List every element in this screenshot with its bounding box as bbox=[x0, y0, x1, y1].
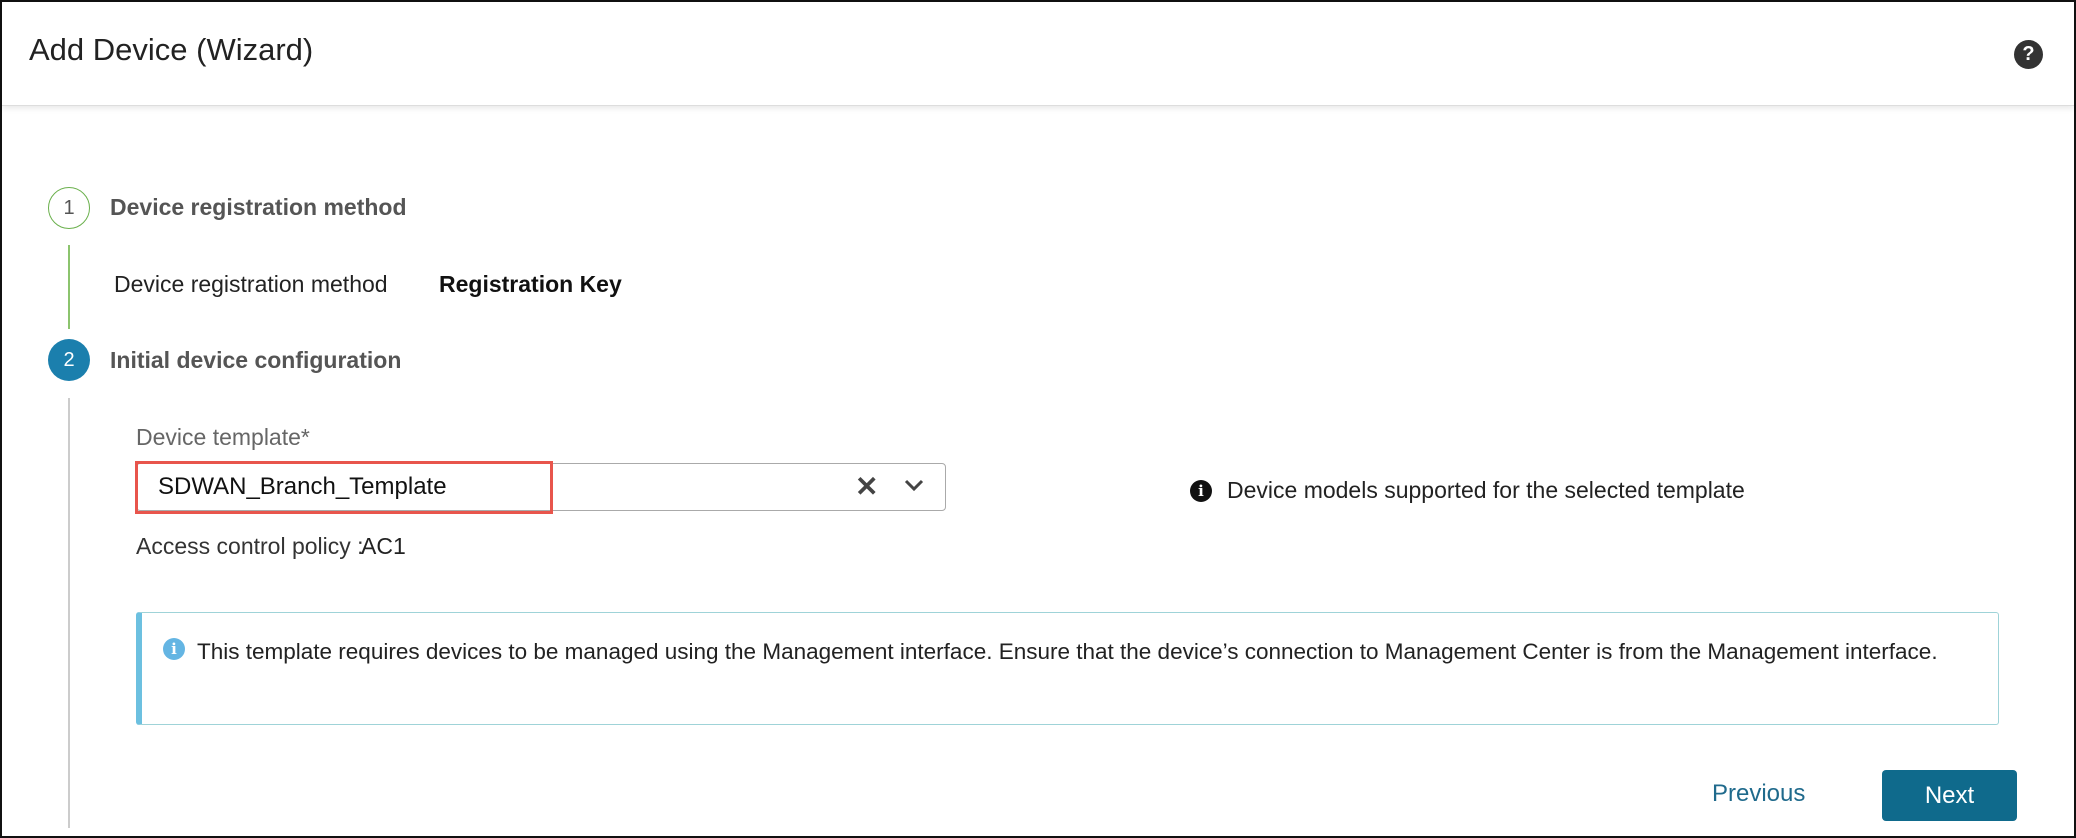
registration-method-value: Registration Key bbox=[439, 271, 622, 297]
alert-info-icon: i bbox=[163, 638, 185, 660]
acp-value: AC1 bbox=[361, 533, 406, 559]
step-1-indicator: 1 bbox=[48, 187, 90, 229]
previous-button[interactable]: Previous bbox=[1712, 780, 1805, 808]
step-1-connector bbox=[68, 245, 70, 329]
device-template-label-text: Device template bbox=[136, 424, 301, 450]
chevron-down-icon[interactable] bbox=[903, 474, 925, 496]
device-template-label: Device template* bbox=[136, 424, 310, 451]
step-2-connector bbox=[68, 398, 70, 828]
alert-text: This template requires devices to be man… bbox=[197, 639, 1938, 664]
registration-method-label: Device registration method bbox=[114, 271, 388, 297]
info-icon: i bbox=[1190, 480, 1212, 502]
clear-icon[interactable]: ✕ bbox=[855, 470, 878, 503]
step-1-title: Device registration method bbox=[110, 194, 407, 220]
supported-models-link[interactable]: Device models supported for the selected… bbox=[1227, 477, 1745, 504]
help-icon[interactable]: ? bbox=[2014, 40, 2043, 69]
required-mark: * bbox=[300, 424, 310, 450]
step-2-indicator: 2 bbox=[48, 339, 90, 381]
page-title: Add Device (Wizard) bbox=[29, 32, 314, 67]
step-2-title: Initial device configuration bbox=[110, 347, 402, 373]
wizard-header: Add Device (Wizard) ? bbox=[2, 2, 2074, 106]
acp-label: Access control policy : bbox=[136, 533, 364, 559]
device-template-value: SDWAN_Branch_Template bbox=[158, 473, 447, 500]
next-button[interactable]: Next bbox=[1882, 770, 2017, 821]
